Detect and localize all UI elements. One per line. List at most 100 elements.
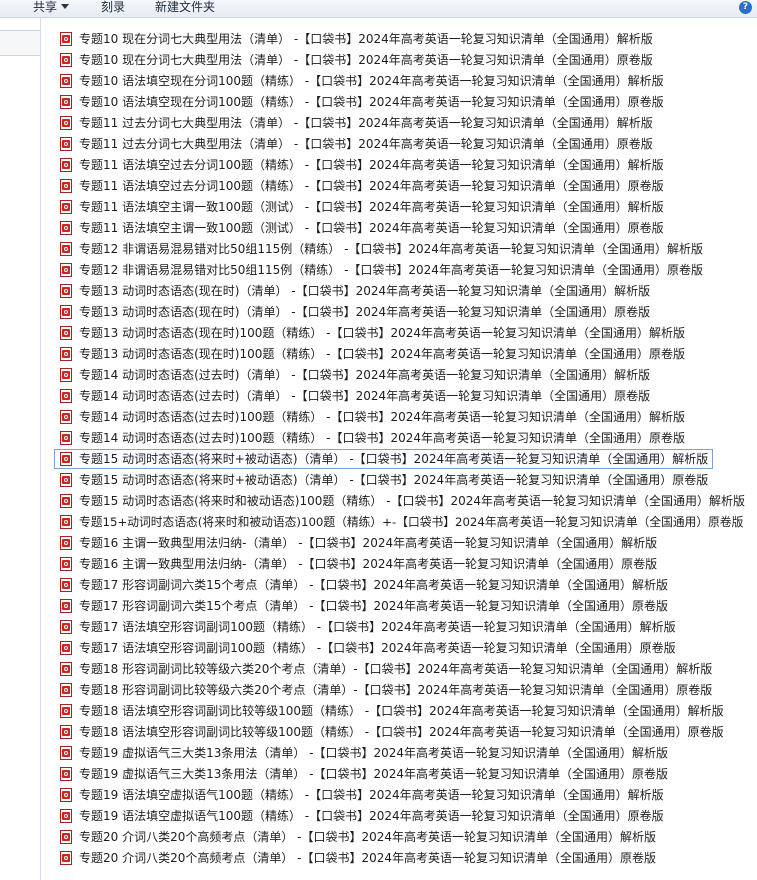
pdf-file-icon: [60, 389, 72, 403]
burn-button[interactable]: 刻录: [101, 0, 125, 17]
pdf-file-icon: [60, 641, 72, 655]
file-item[interactable]: 专题18 语法填空形容词副词比较等级100题（精练） -【口袋书】2024年高考…: [54, 722, 729, 742]
file-name: 专题10 语法填空现在分词100题（精练） -【口袋书】2024年高考英语一轮复…: [79, 95, 664, 109]
file-name: 专题14 动词时态语态(过去时)100题（精练） -【口袋书】2024年高考英语…: [79, 410, 686, 424]
pdf-file-icon: [60, 53, 72, 67]
file-name: 专题11 语法填空过去分词100题（精练） -【口袋书】2024年高考英语一轮复…: [79, 158, 664, 172]
pdf-file-icon: [60, 746, 72, 760]
file-name: 专题18 语法填空形容词副词比较等级100题（精练） -【口袋书】2024年高考…: [79, 704, 724, 718]
file-item[interactable]: 专题11 语法填空过去分词100题（精练） -【口袋书】2024年高考英语一轮复…: [54, 176, 669, 196]
pdf-file-icon: [60, 494, 72, 508]
file-item[interactable]: 专题10 语法填空现在分词100题（精练） -【口袋书】2024年高考英语一轮复…: [54, 71, 669, 91]
pdf-file-icon: [60, 473, 72, 487]
file-item[interactable]: 专题19 语法填空虚拟语气100题（精练） -【口袋书】2024年高考英语一轮复…: [54, 806, 669, 826]
file-name: 专题17 形容词副词六类15个考点（清单） -【口袋书】2024年高考英语一轮复…: [79, 578, 669, 592]
pdf-file-icon: [60, 179, 72, 193]
pdf-file-icon: [60, 851, 72, 865]
file-item[interactable]: 专题13 动词时态语态(现在时)100题（精练） -【口袋书】2024年高考英语…: [54, 323, 690, 343]
file-name: 专题10 语法填空现在分词100题（精练） -【口袋书】2024年高考英语一轮复…: [79, 74, 664, 88]
file-item[interactable]: 专题11 过去分词七大典型用法（清单） -【口袋书】2024年高考英语一轮复习知…: [54, 113, 658, 133]
file-item[interactable]: 专题18 形容词副词比较等级六类20个考点（清单）-【口袋书】2024年高考英语…: [54, 680, 717, 700]
file-item[interactable]: 专题13 动词时态语态(现在时)（清单） -【口袋书】2024年高考英语一轮复习…: [54, 281, 655, 301]
file-item[interactable]: 专题20 介词八类20个高频考点（清单） -【口袋书】2024年高考英语一轮复习…: [54, 827, 661, 847]
pdf-file-icon: [60, 515, 72, 529]
pdf-file-icon: [60, 95, 72, 109]
new-folder-button[interactable]: 新建文件夹: [155, 0, 215, 17]
file-item[interactable]: 专题11 语法填空过去分词100题（精练） -【口袋书】2024年高考英语一轮复…: [54, 155, 669, 175]
file-item[interactable]: 专题15 动词时态语态(将来时+被动语态)（清单） -【口袋书】2024年高考英…: [54, 470, 713, 490]
pdf-file-icon: [60, 368, 72, 382]
file-item[interactable]: 专题15 动词时态语态(将来时+被动语态)（清单） -【口袋书】2024年高考英…: [54, 449, 714, 469]
file-name: 专题20 介词八类20个高频考点（清单） -【口袋书】2024年高考英语一轮复习…: [79, 851, 657, 865]
file-item[interactable]: 专题12 非谓语易混易错对比50组115例（精练） -【口袋书】2024年高考英…: [54, 239, 708, 259]
pdf-file-icon: [60, 830, 72, 844]
file-item[interactable]: 专题16 主谓一致典型用法归纳-（清单） -【口袋书】2024年高考英语一轮复习…: [54, 554, 662, 574]
file-name: 专题13 动词时态语态(现在时)100题（精练） -【口袋书】2024年高考英语…: [79, 326, 686, 340]
pdf-file-icon: [60, 662, 72, 676]
file-name: 专题10 现在分词七大典型用法（清单） -【口袋书】2024年高考英语一轮复习知…: [79, 32, 653, 46]
file-name: 专题18 形容词副词比较等级六类20个考点（清单）-【口袋书】2024年高考英语…: [79, 683, 713, 697]
file-name: 专题18 语法填空形容词副词比较等级100题（精练） -【口袋书】2024年高考…: [79, 725, 724, 739]
share-menu-button[interactable]: 共享: [33, 0, 70, 17]
file-item[interactable]: 专题20 介词八类20个高频考点（清单） -【口袋书】2024年高考英语一轮复习…: [54, 848, 661, 868]
pdf-file-icon: [60, 431, 72, 445]
file-name: 专题17 语法填空形容词副词100题（精练） -【口袋书】2024年高考英语一轮…: [79, 620, 676, 634]
file-name: 专题11 过去分词七大典型用法（清单） -【口袋书】2024年高考英语一轮复习知…: [79, 137, 653, 151]
navigation-pane: [0, 18, 41, 880]
pdf-file-icon: [60, 536, 72, 550]
file-name: 专题11 语法填空主谓一致100题（测试） -【口袋书】2024年高考英语一轮复…: [79, 221, 664, 235]
file-item[interactable]: 专题10 现在分词七大典型用法（清单） -【口袋书】2024年高考英语一轮复习知…: [54, 29, 658, 49]
file-item[interactable]: 专题15+动词时态语态(将来时和被动语态)100题（精练）+-【口袋书】2024…: [54, 512, 748, 532]
file-item[interactable]: 专题11 过去分词七大典型用法（清单） -【口袋书】2024年高考英语一轮复习知…: [54, 134, 658, 154]
pdf-file-icon: [60, 599, 72, 613]
file-item[interactable]: 专题11 语法填空主谓一致100题（测试） -【口袋书】2024年高考英语一轮复…: [54, 218, 669, 238]
file-item[interactable]: 专题19 语法填空虚拟语气100题（精练） -【口袋书】2024年高考英语一轮复…: [54, 785, 669, 805]
nav-item[interactable]: [0, 30, 40, 56]
pdf-file-icon: [60, 326, 72, 340]
help-icon[interactable]: ?: [739, 1, 752, 14]
file-item[interactable]: 专题14 动词时态语态(过去时)（清单） -【口袋书】2024年高考英语一轮复习…: [54, 365, 655, 385]
file-item[interactable]: 专题14 动词时态语态(过去时)100题（精练） -【口袋书】2024年高考英语…: [54, 428, 690, 448]
file-item[interactable]: 专题19 虚拟语气三大类13条用法（清单） -【口袋书】2024年高考英语一轮复…: [54, 764, 673, 784]
file-item[interactable]: 专题19 虚拟语气三大类13条用法（清单） -【口袋书】2024年高考英语一轮复…: [54, 743, 673, 763]
file-item[interactable]: 专题17 形容词副词六类15个考点（清单） -【口袋书】2024年高考英语一轮复…: [54, 596, 673, 616]
pdf-file-icon: [60, 725, 72, 739]
file-item[interactable]: 专题14 动词时态语态(过去时)（清单） -【口袋书】2024年高考英语一轮复习…: [54, 386, 655, 406]
pdf-file-icon: [60, 683, 72, 697]
file-item[interactable]: 专题17 语法填空形容词副词100题（精练） -【口袋书】2024年高考英语一轮…: [54, 617, 681, 637]
file-item[interactable]: 专题10 现在分词七大典型用法（清单） -【口袋书】2024年高考英语一轮复习知…: [54, 50, 658, 70]
file-item[interactable]: 专题15 动词时态语态(将来时和被动语态)100题（精练） -【口袋书】2024…: [54, 491, 750, 511]
file-item[interactable]: 专题11 语法填空主谓一致100题（测试） -【口袋书】2024年高考英语一轮复…: [54, 197, 669, 217]
share-label: 共享: [33, 0, 58, 14]
pdf-file-icon: [60, 284, 72, 298]
pdf-file-icon: [60, 620, 72, 634]
pdf-file-icon: [60, 347, 72, 361]
file-name: 专题13 动词时态语态(现在时)（清单） -【口袋书】2024年高考英语一轮复习…: [79, 284, 651, 298]
file-name: 专题19 语法填空虚拟语气100题（精练） -【口袋书】2024年高考英语一轮复…: [79, 788, 664, 802]
file-name: 专题19 语法填空虚拟语气100题（精练） -【口袋书】2024年高考英语一轮复…: [79, 809, 664, 823]
file-item[interactable]: 专题16 主谓一致典型用法归纳-（清单） -【口袋书】2024年高考英语一轮复习…: [54, 533, 662, 553]
file-name: 专题11 语法填空过去分词100题（精练） -【口袋书】2024年高考英语一轮复…: [79, 179, 664, 193]
file-name: 专题17 形容词副词六类15个考点（清单） -【口袋书】2024年高考英语一轮复…: [79, 599, 669, 613]
file-list: 专题10 现在分词七大典型用法（清单） -【口袋书】2024年高考英语一轮复习知…: [54, 29, 750, 869]
pdf-file-icon: [60, 137, 72, 151]
file-name: 专题16 主谓一致典型用法归纳-（清单） -【口袋书】2024年高考英语一轮复习…: [79, 536, 658, 550]
file-item[interactable]: 专题17 语法填空形容词副词100题（精练） -【口袋书】2024年高考英语一轮…: [54, 638, 681, 658]
file-item[interactable]: 专题10 语法填空现在分词100题（精练） -【口袋书】2024年高考英语一轮复…: [54, 92, 669, 112]
pdf-file-icon: [60, 242, 72, 256]
file-name: 专题11 语法填空主谓一致100题（测试） -【口袋书】2024年高考英语一轮复…: [79, 200, 664, 214]
file-item[interactable]: 专题13 动词时态语态(现在时)100题（精练） -【口袋书】2024年高考英语…: [54, 344, 690, 364]
file-item[interactable]: 专题14 动词时态语态(过去时)100题（精练） -【口袋书】2024年高考英语…: [54, 407, 690, 427]
file-item[interactable]: 专题18 语法填空形容词副词比较等级100题（精练） -【口袋书】2024年高考…: [54, 701, 729, 721]
file-name: 专题19 虚拟语气三大类13条用法（清单） -【口袋书】2024年高考英语一轮复…: [79, 767, 669, 781]
file-name: 专题19 虚拟语气三大类13条用法（清单） -【口袋书】2024年高考英语一轮复…: [79, 746, 669, 760]
file-item[interactable]: 专题17 形容词副词六类15个考点（清单） -【口袋书】2024年高考英语一轮复…: [54, 575, 673, 595]
file-name: 专题15 动词时态语态(将来时+被动语态)（清单） -【口袋书】2024年高考英…: [79, 452, 709, 466]
pdf-file-icon: [60, 410, 72, 424]
file-item[interactable]: 专题13 动词时态语态(现在时)（清单） -【口袋书】2024年高考英语一轮复习…: [54, 302, 655, 322]
file-item[interactable]: 专题18 形容词副词比较等级六类20个考点（清单）-【口袋书】2024年高考英语…: [54, 659, 717, 679]
pdf-file-icon: [60, 767, 72, 781]
file-item[interactable]: 专题12 非谓语易混易错对比50组115例（精练） -【口袋书】2024年高考英…: [54, 260, 708, 280]
file-name: 专题16 主谓一致典型用法归纳-（清单） -【口袋书】2024年高考英语一轮复习…: [79, 557, 658, 571]
pdf-file-icon: [60, 32, 72, 46]
